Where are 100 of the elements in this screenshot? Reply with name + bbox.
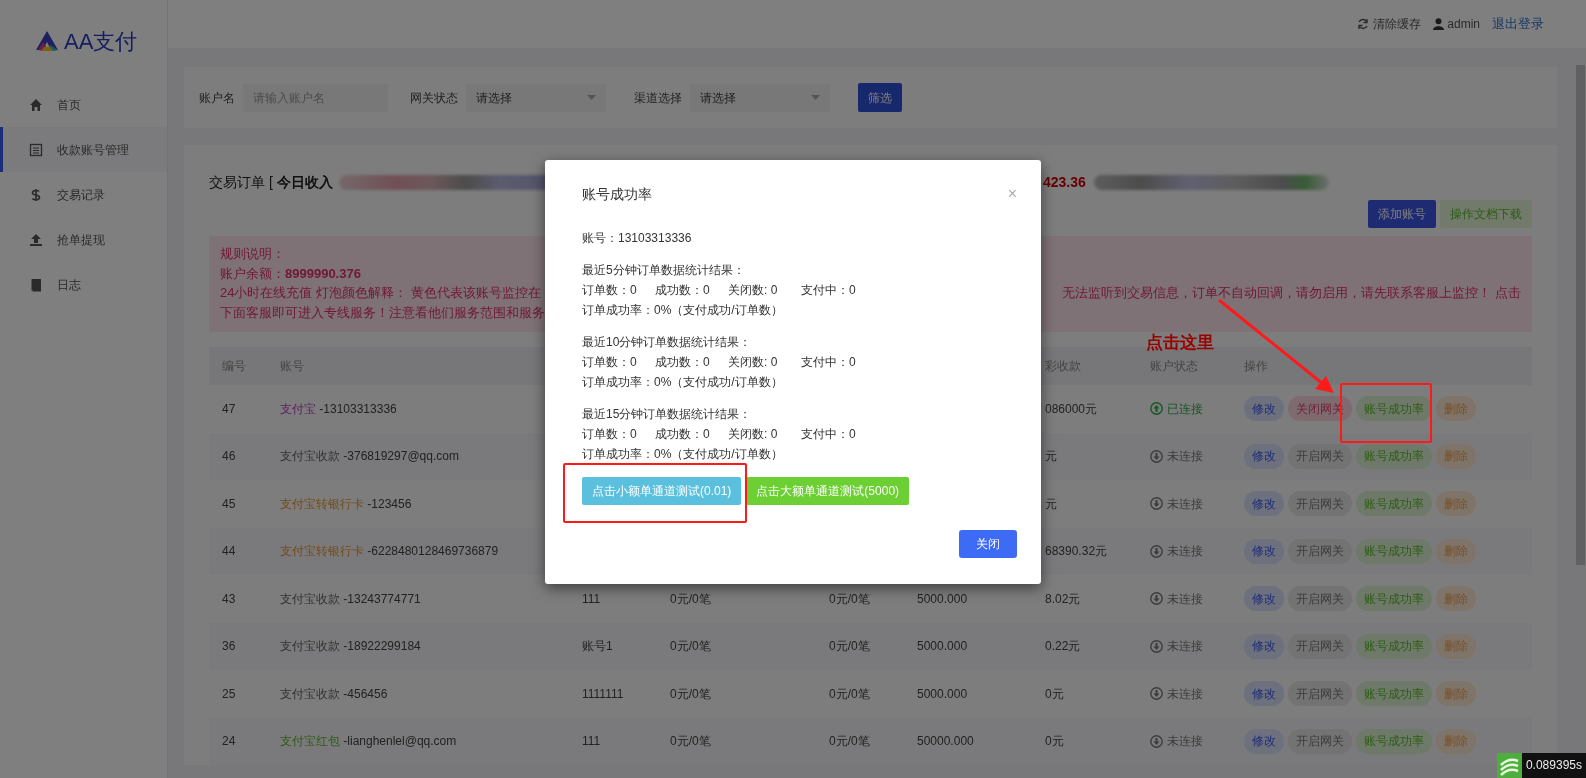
logo-icon (34, 30, 60, 52)
delete-button[interactable]: 删除 (1436, 728, 1476, 754)
close-button[interactable]: × (1007, 186, 1017, 202)
account-number: -456456 (342, 686, 388, 701)
status-text: 未连接 (1167, 638, 1203, 656)
delete-button[interactable]: 删除 (1436, 633, 1476, 659)
stats-heading: 最近5分钟订单数据统计结果： (582, 263, 745, 277)
logout-link[interactable]: 退出登录 (1492, 14, 1544, 34)
table-cell-text: 24 (222, 733, 237, 751)
account-number: -13103313336 (318, 401, 397, 416)
delete-button[interactable]: 删除 (1436, 681, 1476, 707)
income-amount: 423.36 (1043, 172, 1086, 192)
edit-button[interactable]: 修改 (1244, 633, 1284, 659)
table-cell-text: 0元 (1045, 733, 1065, 751)
rate-text: 订单成功率：0%（支付成功/订单数） (582, 303, 783, 317)
home-icon (29, 97, 43, 112)
stat-text: 成功数：0 (655, 426, 711, 443)
edit-button[interactable]: 修改 (1244, 443, 1284, 469)
edit-button[interactable]: 修改 (1244, 396, 1284, 422)
stat-text: 订单数：0 (582, 282, 638, 299)
annotation-text: 点击这里 (1146, 332, 1214, 354)
success-rate-button[interactable]: 账号成功率 (1356, 586, 1432, 612)
filter-button[interactable]: 筛选 (858, 83, 902, 112)
close-dialog-button[interactable]: 关闭 (959, 530, 1017, 558)
account-type: 支付宝转银行卡 (280, 544, 364, 559)
table-cell-text: 0元/0笔 (670, 590, 712, 608)
notice-text: 无法监听到交易信息，订单不自动回调，请勿启用，请先联系客服上监控！ 点击 (1062, 284, 1521, 302)
success-rate-button[interactable]: 账号成功率 (1356, 728, 1432, 754)
status-text: 未连接 (1167, 543, 1203, 561)
user-icon (1433, 18, 1445, 30)
table-cell-text: 111 (582, 590, 602, 608)
select-dropdown[interactable]: 请选择 (690, 83, 830, 112)
dialog-title: 账号成功率 (582, 184, 652, 204)
account-type: 支付宝收款 (280, 591, 340, 606)
status-text: 未连接 (1167, 590, 1203, 608)
table-cell-text: 0元/0笔 (829, 733, 871, 751)
edit-button[interactable]: 修改 (1244, 728, 1284, 754)
table-cell-text: 44 (222, 543, 237, 561)
delete-button[interactable]: 删除 (1436, 396, 1476, 422)
status-text: 未连接 (1167, 495, 1203, 513)
stat-text: 成功数：0 (655, 282, 711, 299)
table-cell-text: 68390.32元 (1045, 543, 1109, 561)
account-type: 支付宝收款 (280, 639, 340, 654)
field-label: 网关状态 (410, 89, 458, 107)
sidebar-item[interactable]: 日志 (0, 262, 167, 307)
account-number: -376819297@qq.com (342, 449, 459, 464)
success-rate-button[interactable]: 账号成功率 (1356, 681, 1432, 707)
sidebar-item[interactable]: 收款账号管理 (0, 127, 167, 172)
stat-text: 订单数：0 (582, 426, 638, 443)
rate-text: 订单成功率：0%（支付成功/订单数） (582, 447, 783, 461)
stat-text: 成功数：0 (655, 354, 711, 371)
delete-button[interactable]: 删除 (1436, 538, 1476, 564)
table-cell-text: 账号1 (582, 638, 614, 656)
username: admin (1447, 16, 1480, 33)
stats-heading: 最近10分钟订单数据统计结果： (582, 335, 752, 349)
table-cell-text: 0元/0笔 (670, 733, 712, 751)
success-rate-button[interactable]: 账号成功率 (1356, 633, 1432, 659)
edit-button[interactable]: 修改 (1244, 681, 1284, 707)
account-type: 支付宝收款 (280, 686, 340, 701)
account-number: -13243774771 (342, 591, 421, 606)
account-type: 支付宝 (280, 401, 316, 416)
timing-label: 0.089395s (1521, 753, 1586, 778)
delete-button[interactable]: 删除 (1436, 443, 1476, 469)
account-type: 支付宝收款 (280, 449, 340, 464)
stat-text: 支付中：0 (801, 426, 857, 443)
table-cell-text: 47 (222, 400, 237, 418)
edit-button[interactable]: 修改 (1244, 538, 1284, 564)
upload-icon (29, 232, 43, 247)
success-rate-button[interactable]: 账号成功率 (1356, 491, 1432, 517)
success-rate-button[interactable]: 账号成功率 (1356, 538, 1432, 564)
sidebar-item[interactable]: 交易记录 (0, 172, 167, 217)
success-rate-button[interactable]: 账号成功率 (1356, 443, 1432, 469)
clear-cache-link[interactable]: 清除缓存 (1373, 15, 1422, 33)
delete-button[interactable]: 删除 (1436, 586, 1476, 612)
sidebar-item[interactable]: 抢单提现 (0, 217, 167, 262)
delete-button[interactable]: 删除 (1436, 491, 1476, 517)
field-label: 渠道选择 (634, 89, 682, 107)
small-test-button[interactable]: 点击小额单通道测试(0.01) (582, 477, 742, 505)
status-text: 未连接 (1167, 685, 1203, 703)
table-cell-text: 25 (222, 685, 237, 703)
success-rate-button[interactable]: 账号成功率 (1356, 396, 1432, 422)
sidebar-item[interactable]: 首页 (0, 82, 167, 127)
list-icon (29, 142, 43, 157)
add-account-button[interactable]: 添加账号 (1368, 200, 1436, 228)
table-cell-text: 5000.000 (917, 590, 969, 608)
edit-button[interactable]: 修改 (1244, 491, 1284, 517)
edit-button[interactable]: 修改 (1244, 586, 1284, 612)
table-cell-text: 43 (222, 590, 237, 608)
table-cell-text: 45 (222, 495, 237, 513)
table-cell-text: 0元/0笔 (829, 685, 871, 703)
table-cell-text: 086000元 (1045, 400, 1099, 418)
account-type: 支付宝红包 (280, 734, 340, 749)
notice-text: 下面客服即可进入专线服务！注意看他们服务范围和服务 (220, 303, 545, 322)
download-docs-button[interactable]: 操作文档下载 (1440, 200, 1532, 228)
status-text: 未连接 (1167, 733, 1203, 751)
select-dropdown[interactable]: 请选择 (466, 83, 606, 112)
stat-text: 关闭数: 0 (728, 426, 779, 443)
large-test-button[interactable]: 点击大额单通道测试(5000) (746, 477, 910, 505)
refresh-icon[interactable] (1357, 18, 1370, 30)
stat-text: 关闭数: 0 (728, 282, 779, 299)
